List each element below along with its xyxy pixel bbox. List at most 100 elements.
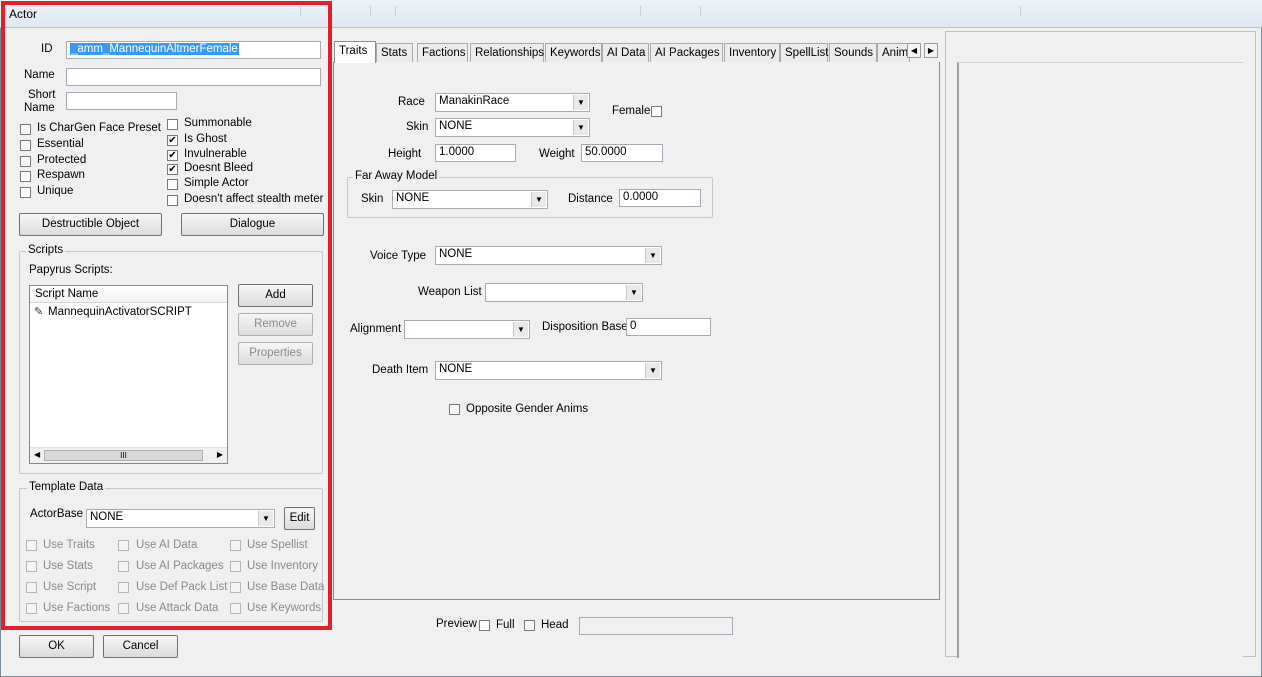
tab-anim[interactable]: Anim: [877, 43, 910, 63]
female-label: Female: [612, 105, 651, 117]
use-ai-data-checkbox[interactable]: [118, 540, 129, 551]
tab-strip: Traits Stats Factions Relationships Keyw…: [334, 41, 942, 63]
tab-sounds[interactable]: Sounds: [829, 43, 877, 63]
simple-actor-checkbox[interactable]: [167, 179, 178, 190]
use-script-checkbox[interactable]: [26, 582, 37, 593]
use-factions-checkbox[interactable]: [26, 603, 37, 614]
weight-field[interactable]: 50.0000: [581, 144, 663, 162]
use-base-data-checkbox[interactable]: [230, 582, 241, 593]
protected-checkbox[interactable]: [20, 156, 31, 167]
short-name-label-line1: Short: [28, 89, 56, 101]
death-item-select[interactable]: NONE ▼: [435, 361, 662, 380]
script-row[interactable]: ✎ MannequinActivatorSCRIPT: [30, 303, 227, 320]
tab-stats[interactable]: Stats: [376, 43, 413, 63]
stealth-meter-checkbox[interactable]: [167, 195, 178, 206]
use-attack-data-checkbox[interactable]: [118, 603, 129, 614]
skin-label: Skin: [406, 121, 429, 133]
alignment-label: Alignment: [350, 323, 402, 335]
summonable-checkbox[interactable]: [167, 119, 178, 130]
invulnerable-label: Invulnerable: [184, 148, 247, 160]
chevron-down-icon: ▼: [573, 95, 588, 110]
scripts-list[interactable]: Script Name ✎ MannequinActivatorSCRIPT ◀ …: [29, 285, 228, 464]
tab-ai-data[interactable]: AI Data: [602, 43, 649, 63]
skin-select[interactable]: NONE ▼: [435, 118, 590, 137]
name-field[interactable]: [66, 68, 321, 86]
preview-head-checkbox[interactable]: [524, 620, 535, 631]
doesnt-bleed-checkbox[interactable]: ✔: [167, 164, 178, 175]
scripts-horizontal-scrollbar[interactable]: ◀ III ▶: [30, 447, 227, 463]
window-title: Actor: [9, 7, 38, 21]
essential-label: Essential: [37, 138, 84, 150]
use-inventory-label: Use Inventory: [247, 560, 318, 572]
use-keywords-checkbox[interactable]: [230, 603, 241, 614]
use-def-pack-list-checkbox[interactable]: [118, 582, 129, 593]
far-skin-label: Skin: [361, 193, 384, 205]
id-field[interactable]: _amm_MannequinAltmerFemale: [66, 41, 321, 59]
alignment-select[interactable]: ▼: [404, 320, 530, 339]
ok-button[interactable]: OK: [19, 635, 94, 658]
distance-field[interactable]: 0.0000: [619, 189, 701, 207]
short-name-field[interactable]: [66, 92, 177, 110]
use-ai-packages-checkbox[interactable]: [118, 561, 129, 572]
far-skin-value: NONE: [396, 192, 430, 204]
add-script-button[interactable]: Add: [238, 284, 313, 307]
voice-type-select[interactable]: NONE ▼: [435, 246, 662, 265]
actorbase-label: ActorBase: [30, 508, 84, 520]
opposite-gender-anims-checkbox[interactable]: [449, 404, 460, 415]
preview-field[interactable]: [579, 617, 733, 635]
invulnerable-checkbox[interactable]: ✔: [167, 150, 178, 161]
tab-inventory[interactable]: Inventory: [724, 43, 780, 63]
far-skin-select[interactable]: NONE ▼: [392, 190, 548, 209]
disposition-base-label: Disposition Base: [542, 321, 628, 333]
remove-script-button[interactable]: Remove: [238, 313, 313, 336]
tab-scroll-left-icon[interactable]: ◀: [907, 43, 921, 58]
scroll-thumb[interactable]: III: [44, 450, 203, 461]
use-traits-checkbox[interactable]: [26, 540, 37, 551]
preview-viewport[interactable]: [957, 62, 1243, 658]
actorbase-select[interactable]: NONE ▼: [86, 509, 275, 528]
tab-ai-packages[interactable]: AI Packages: [650, 43, 723, 63]
tab-traits[interactable]: Traits: [334, 41, 376, 63]
tab-factions[interactable]: Factions: [417, 43, 468, 63]
tab-scroll-right-icon[interactable]: ▶: [924, 43, 938, 58]
race-value: ManakinRace: [439, 95, 510, 107]
scroll-right-icon[interactable]: ▶: [217, 450, 223, 459]
female-checkbox[interactable]: [651, 106, 662, 117]
use-stats-checkbox[interactable]: [26, 561, 37, 572]
summonable-label: Summonable: [184, 117, 252, 129]
cancel-button[interactable]: Cancel: [103, 635, 178, 658]
weight-label: Weight: [539, 148, 575, 160]
scroll-left-icon[interactable]: ◀: [34, 450, 40, 459]
chargen-face-preset-checkbox[interactable]: [20, 124, 31, 135]
use-inventory-checkbox[interactable]: [230, 561, 241, 572]
use-spellist-label: Use Spellist: [247, 539, 308, 551]
skin-value: NONE: [439, 120, 473, 132]
height-label: Height: [388, 148, 422, 160]
essential-checkbox[interactable]: [20, 140, 31, 151]
height-field[interactable]: 1.0000: [435, 144, 516, 162]
unique-checkbox[interactable]: [20, 187, 31, 198]
tab-relationships[interactable]: Relationships: [470, 43, 544, 63]
tab-keywords[interactable]: Keywords: [545, 43, 602, 63]
tab-spelllist[interactable]: SpellList: [780, 43, 828, 63]
edit-actorbase-button[interactable]: Edit: [284, 507, 315, 530]
script-name-column-header[interactable]: Script Name: [30, 286, 227, 303]
id-value: _amm_MannequinAltmerFemale: [70, 43, 239, 55]
preview-label: Preview: [436, 618, 477, 630]
title-bar[interactable]: [0, 0, 1262, 28]
respawn-checkbox[interactable]: [20, 171, 31, 182]
dialogue-button[interactable]: Dialogue: [181, 213, 324, 236]
is-ghost-checkbox[interactable]: ✔: [167, 135, 178, 146]
script-properties-button[interactable]: Properties: [238, 342, 313, 365]
use-traits-label: Use Traits: [43, 539, 95, 551]
destructible-object-button[interactable]: Destructible Object: [19, 213, 162, 236]
race-select[interactable]: ManakinRace ▼: [435, 93, 590, 112]
use-stats-label: Use Stats: [43, 560, 93, 572]
weapon-list-select[interactable]: ▼: [485, 283, 643, 302]
use-spellist-checkbox[interactable]: [230, 540, 241, 551]
preview-full-checkbox[interactable]: [479, 620, 490, 631]
doesnt-bleed-label: Doesnt Bleed: [184, 162, 254, 174]
disposition-base-field[interactable]: 0: [626, 318, 711, 336]
chevron-down-icon: ▼: [258, 511, 273, 526]
use-ai-packages-label: Use AI Packages: [136, 560, 224, 572]
